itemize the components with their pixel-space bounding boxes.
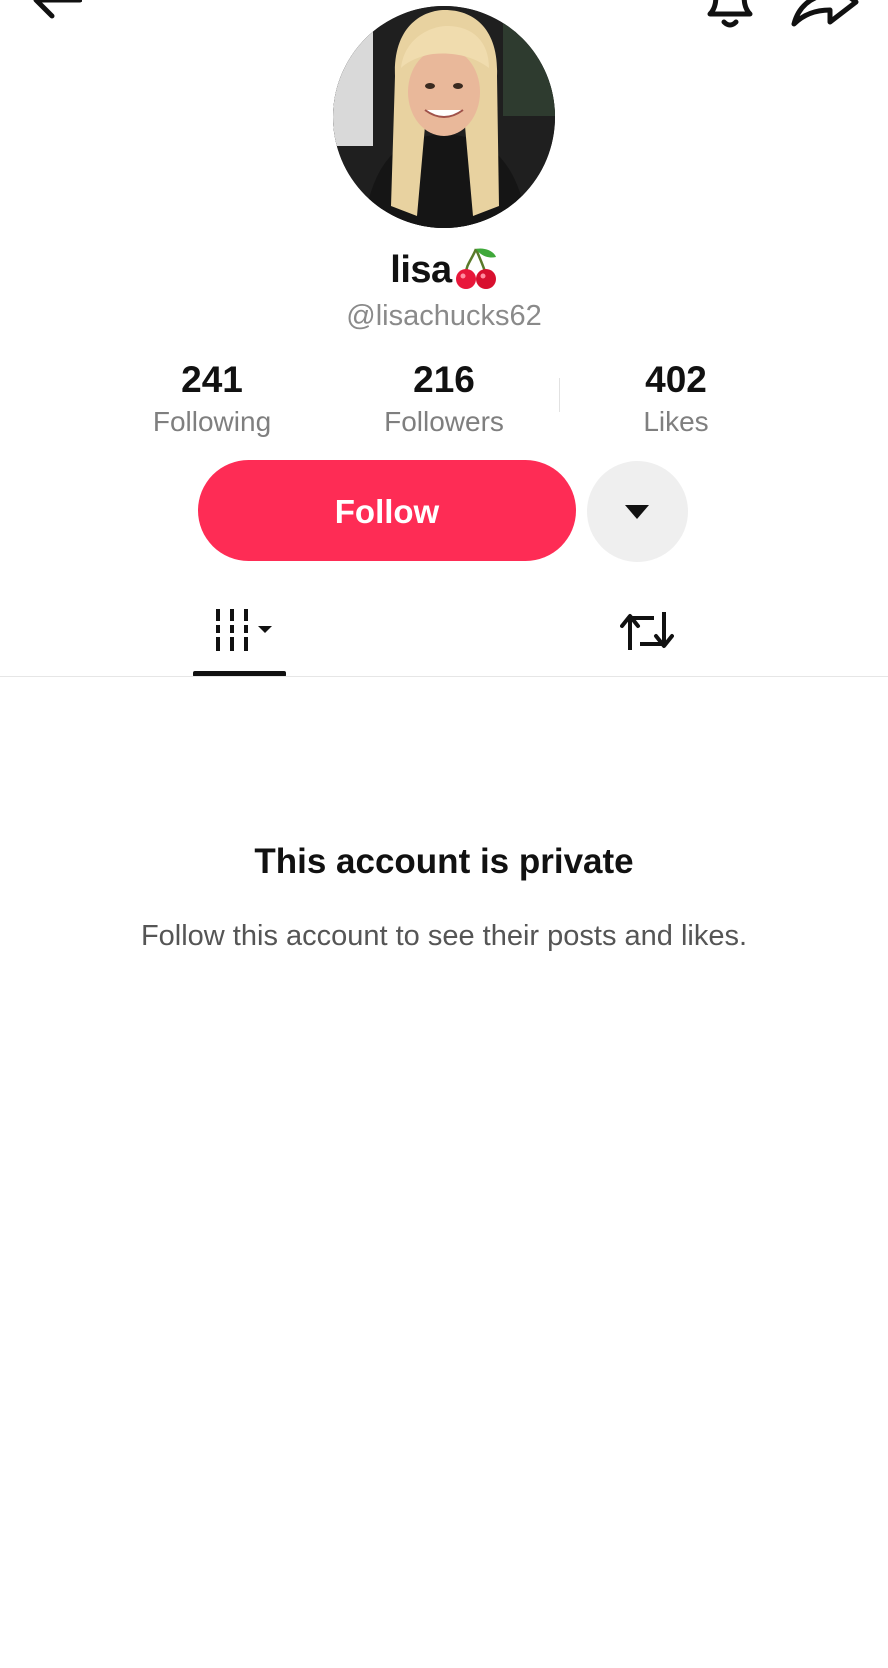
likes-count: 402 [645, 359, 707, 400]
avatar[interactable] [333, 6, 555, 228]
share-icon[interactable] [790, 0, 860, 28]
private-account-subtitle: Follow this account to see their posts a… [140, 920, 748, 952]
cherry-icon [455, 248, 496, 289]
back-arrow-icon[interactable] [30, 0, 82, 22]
tab-bar-divider [0, 676, 888, 677]
follow-button[interactable]: Follow [198, 460, 576, 561]
bell-icon[interactable] [700, 0, 760, 30]
tab-videos[interactable] [190, 596, 290, 676]
likes-label: Likes [643, 406, 709, 437]
stat-divider [559, 378, 560, 412]
display-name-text: lisa [390, 249, 452, 291]
avatar-photo [333, 6, 555, 228]
stat-likes[interactable]: 402 Likes [566, 356, 786, 440]
username-handle: @lisachucks62 [346, 300, 542, 332]
profile-page: lisa @lisachucks62 241 Following 216 Fol… [0, 0, 888, 1668]
repost-icon [620, 612, 674, 650]
tab-reposts[interactable] [590, 596, 700, 676]
stat-followers[interactable]: 216 Followers [334, 356, 554, 440]
videos-grid-icon [216, 609, 272, 651]
following-count: 241 [181, 359, 243, 400]
following-label: Following [152, 406, 272, 437]
followers-label: Followers [384, 406, 504, 437]
caret-down-icon [625, 505, 649, 519]
private-account-title: This account is private [254, 842, 634, 881]
stat-following[interactable]: 241 Following [102, 356, 322, 440]
followers-count: 216 [413, 359, 475, 400]
more-options-button[interactable] [587, 461, 688, 562]
display-name: lisa [0, 245, 888, 295]
